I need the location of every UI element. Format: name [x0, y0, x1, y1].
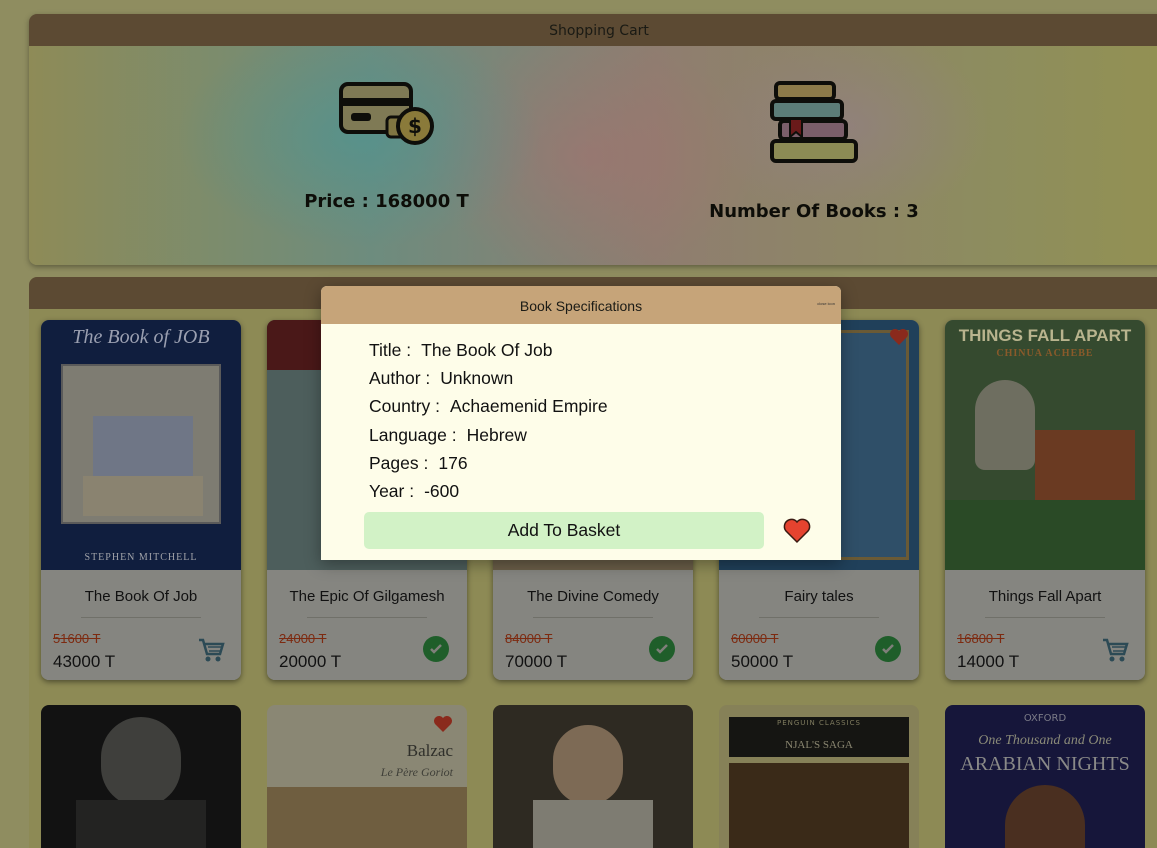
heart-icon[interactable] — [433, 715, 453, 733]
spec-key: Year : — [369, 480, 415, 501]
book-info: Things Fall Apart 16800 T 14000 T — [945, 570, 1145, 680]
spec-value: Hebrew — [466, 424, 527, 445]
cover-author: STEPHEN MITCHELL — [84, 552, 198, 563]
cover-title: NJAL'S SAGA — [785, 739, 853, 751]
spec-author: Author : Unknown — [369, 364, 841, 392]
svg-text:$: $ — [408, 114, 422, 138]
old-price: 84000 T — [505, 631, 553, 646]
divider — [81, 617, 201, 618]
book-info: The Divine Comedy 84000 T 70000 T — [493, 570, 693, 680]
book-title: Fairy tales — [784, 588, 854, 605]
modal-title: Book Specifications — [519, 298, 643, 314]
cart-price: Price : 168000 T — [304, 191, 469, 212]
cover-publisher: PENGUIN CLASSICS — [777, 719, 861, 727]
book-cover: The Book of JOB STEPHEN MITCHELL — [41, 320, 241, 570]
close-icon[interactable]: close icon — [817, 286, 835, 322]
spec-key: Country : — [369, 396, 440, 417]
in-cart-indicator[interactable] — [875, 636, 903, 664]
cart-header: Shopping Cart — [29, 14, 1157, 46]
book-card[interactable]: The Book of JOB STEPHEN MITCHELL The Boo… — [41, 320, 241, 680]
spec-language: Language : Hebrew — [369, 421, 841, 449]
book-card[interactable]: THINGS FALL APART CHINUA ACHEBE Things F… — [945, 320, 1145, 680]
spec-year: Year : -600 — [369, 477, 841, 505]
old-price: 24000 T — [279, 631, 327, 646]
cover-title: One Thousand and One — [978, 733, 1112, 748]
book-card[interactable]: PENGUIN CLASSICS NJAL'S SAGA — [719, 705, 919, 848]
book-info: Fairy tales 60000 T 50000 T — [719, 570, 919, 680]
book-title: Things Fall Apart — [988, 588, 1102, 605]
cover-title: THINGS FALL APART — [958, 326, 1132, 345]
book-card[interactable]: OXFORD One Thousand and One ARABIAN NIGH… — [945, 705, 1145, 848]
divider — [759, 617, 879, 618]
modal-header: Book Specifications close icon — [321, 286, 841, 324]
in-cart-indicator[interactable] — [423, 636, 451, 664]
cart-book-count: Number Of Books : 3 — [709, 201, 919, 222]
spec-country: Country : Achaemenid Empire — [369, 392, 841, 420]
book-info: The Epic Of Gilgamesh 24000 T 20000 T — [267, 570, 467, 680]
book-card[interactable]: Balzac Le Père Goriot — [267, 705, 467, 848]
spec-pages: Pages : 176 — [369, 449, 841, 477]
price: 70000 T — [505, 652, 568, 671]
cover-publisher: OXFORD — [1023, 713, 1067, 724]
book-card[interactable] — [41, 705, 241, 848]
book-cover: THINGS FALL APART CHINUA ACHEBE — [945, 320, 1145, 570]
divider — [307, 617, 427, 618]
cover-illustration — [61, 364, 221, 524]
book-title: The Divine Comedy — [527, 588, 659, 605]
heart-icon[interactable] — [783, 518, 811, 544]
add-to-cart-button[interactable] — [197, 636, 225, 664]
books-stat: Number Of Books : 3 — [709, 81, 919, 222]
cart-summary: $ Price : 168000 T Number Of Books : 3 — [29, 46, 1157, 265]
cart-icon — [1103, 638, 1129, 662]
spec-value: Achaemenid Empire — [450, 396, 608, 417]
cover-title: The Book of JOB — [72, 326, 210, 348]
book-specifications-modal: Book Specifications close icon Title : Th… — [321, 286, 841, 560]
spec-key: Author : — [369, 368, 431, 389]
cover-subtitle: ARABIAN NIGHTS — [960, 753, 1130, 775]
in-cart-indicator[interactable] — [649, 636, 677, 664]
price-stat: $ Price : 168000 T — [299, 81, 474, 212]
book-title: The Book Of Job — [84, 588, 198, 605]
price: 20000 T — [279, 652, 342, 671]
add-to-cart-button[interactable] — [1101, 636, 1129, 664]
old-price: 16800 T — [957, 631, 1005, 646]
book-title: The Epic Of Gilgamesh — [289, 588, 445, 605]
shopping-cart-panel: Shopping Cart $ Price : 168000 T Number … — [29, 14, 1157, 265]
spec-key: Title : — [369, 340, 412, 360]
spec-title: Title : The Book Of Job — [369, 336, 841, 364]
price: 50000 T — [731, 652, 794, 671]
cart-icon — [199, 638, 225, 662]
book-info: The Book Of Job 51600 T 43000 T — [41, 570, 241, 680]
spec-value: 176 — [438, 452, 468, 473]
spec-key: Language : — [369, 424, 457, 445]
price: 43000 T — [53, 652, 116, 671]
check-icon — [875, 636, 901, 662]
spec-value: Unknown — [440, 368, 514, 389]
cover-author: CHINUA ACHEBE — [996, 348, 1094, 359]
divider — [533, 617, 653, 618]
spec-value: The Book Of Job — [421, 340, 553, 360]
books-stack-icon — [770, 81, 858, 163]
credit-card-coin-icon: $ — [338, 82, 434, 145]
check-icon — [423, 636, 449, 662]
heart-icon — [890, 329, 908, 345]
spec-value: -600 — [424, 480, 460, 501]
price: 14000 T — [957, 652, 1020, 671]
divider — [985, 617, 1105, 618]
old-price: 60000 T — [731, 631, 779, 646]
add-to-basket-button[interactable]: Add To Basket — [364, 512, 764, 549]
check-icon — [649, 636, 675, 662]
cover-title: Balzac — [406, 741, 453, 760]
old-price: 51600 T — [53, 631, 101, 646]
book-card[interactable] — [493, 705, 693, 848]
spec-key: Pages : — [369, 452, 429, 473]
spec-list: Title : The Book Of Job Author : Unknown C… — [321, 324, 841, 505]
cover-subtitle: Le Père Goriot — [380, 765, 453, 779]
